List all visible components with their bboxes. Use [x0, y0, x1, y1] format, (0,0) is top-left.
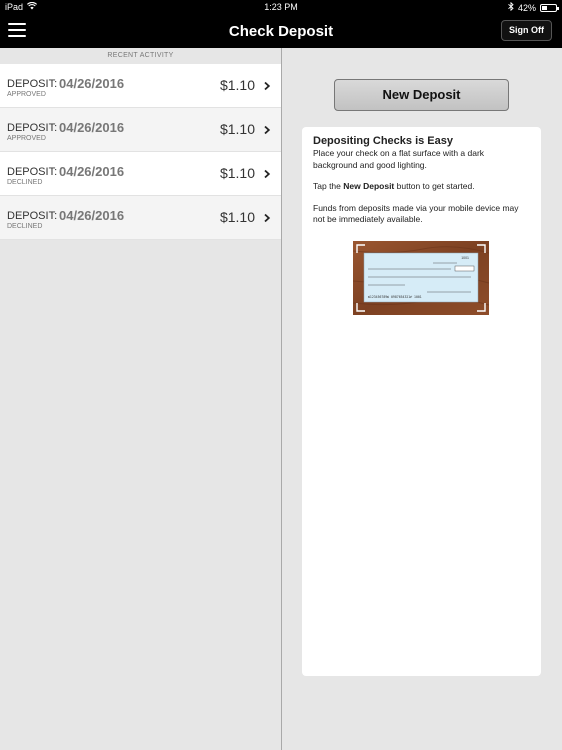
nav-bar: Check Deposit Sign Off	[0, 14, 562, 48]
chevron-right-icon	[264, 213, 271, 223]
row-amount: $1.10	[219, 209, 255, 225]
sign-off-button[interactable]: Sign Off	[501, 20, 552, 41]
row-amount: $1.10	[219, 121, 255, 137]
page-title: Check Deposit	[228, 23, 334, 40]
check-micr-line: ⑆123456789⑆ 0987654321⑈ 1001	[368, 295, 422, 299]
instructions-text-2-suffix: button to get started.	[394, 181, 475, 191]
row-amount: $1.10	[219, 77, 255, 93]
activity-row[interactable]: DEPOSIT: 04/26/2016 APPROVED $1.10	[0, 64, 281, 108]
row-type: DEPOSIT:	[7, 122, 58, 134]
row-date: 04/26/2016	[59, 208, 125, 223]
row-status: DECLINED	[7, 179, 43, 186]
deposit-panel: New Deposit Depositing Checks is Easy Pl…	[282, 48, 562, 750]
chevron-right-icon	[264, 169, 271, 179]
activity-row[interactable]: DEPOSIT: 04/26/2016 DECLINED $1.10	[0, 196, 281, 240]
instructions-text-3: Funds from deposits made via your mobile…	[313, 202, 519, 225]
recent-activity-header: RECENT ACTIVITY	[107, 52, 174, 59]
chevron-right-icon	[264, 125, 271, 135]
row-type: DEPOSIT:	[7, 210, 58, 222]
instructions-card: Depositing Checks is Easy Place your che…	[302, 127, 541, 676]
battery-percent: 42%	[517, 2, 536, 13]
row-amount: $1.10	[219, 165, 255, 181]
row-status: APPROVED	[7, 91, 46, 98]
row-date: 04/26/2016	[59, 120, 125, 135]
battery-icon	[540, 3, 559, 12]
check-illustration: 1001 ⑆123456789⑆ 0987654321⑈ 1001	[353, 241, 489, 315]
row-type: DEPOSIT:	[7, 78, 58, 90]
instructions-title: Depositing Checks is Easy	[313, 135, 453, 147]
instructions-text-2: Tap the New Deposit button to get starte…	[313, 181, 530, 193]
check-number: 1001	[461, 256, 469, 260]
row-status: DECLINED	[7, 223, 43, 230]
activity-row[interactable]: DEPOSIT: 04/26/2016 DECLINED $1.10	[0, 152, 281, 196]
battery-fill	[542, 5, 548, 10]
row-status: APPROVED	[7, 135, 46, 142]
chevron-right-icon	[264, 81, 271, 91]
bluetooth-icon	[508, 1, 514, 13]
row-date: 04/26/2016	[59, 164, 125, 179]
recent-activity-panel: RECENT ACTIVITY DEPOSIT: 04/26/2016 APPR…	[0, 48, 281, 750]
instructions-text-2-bold: New Deposit	[343, 181, 395, 191]
activity-row[interactable]: DEPOSIT: 04/26/2016 APPROVED $1.10	[0, 108, 281, 152]
clock: 1:23 PM	[264, 2, 298, 12]
instructions-text-1: Place your check on a flat surface with …	[313, 148, 485, 170]
row-date: 04/26/2016	[59, 76, 125, 91]
instructions-text-2-prefix: Tap the	[313, 181, 344, 191]
activity-list: DEPOSIT: 04/26/2016 APPROVED $1.10 DEPOS…	[0, 64, 281, 240]
new-deposit-button[interactable]: New Deposit	[334, 79, 509, 111]
row-type: DEPOSIT:	[7, 166, 58, 178]
status-bar: iPad 1:23 PM 42%	[0, 0, 562, 14]
